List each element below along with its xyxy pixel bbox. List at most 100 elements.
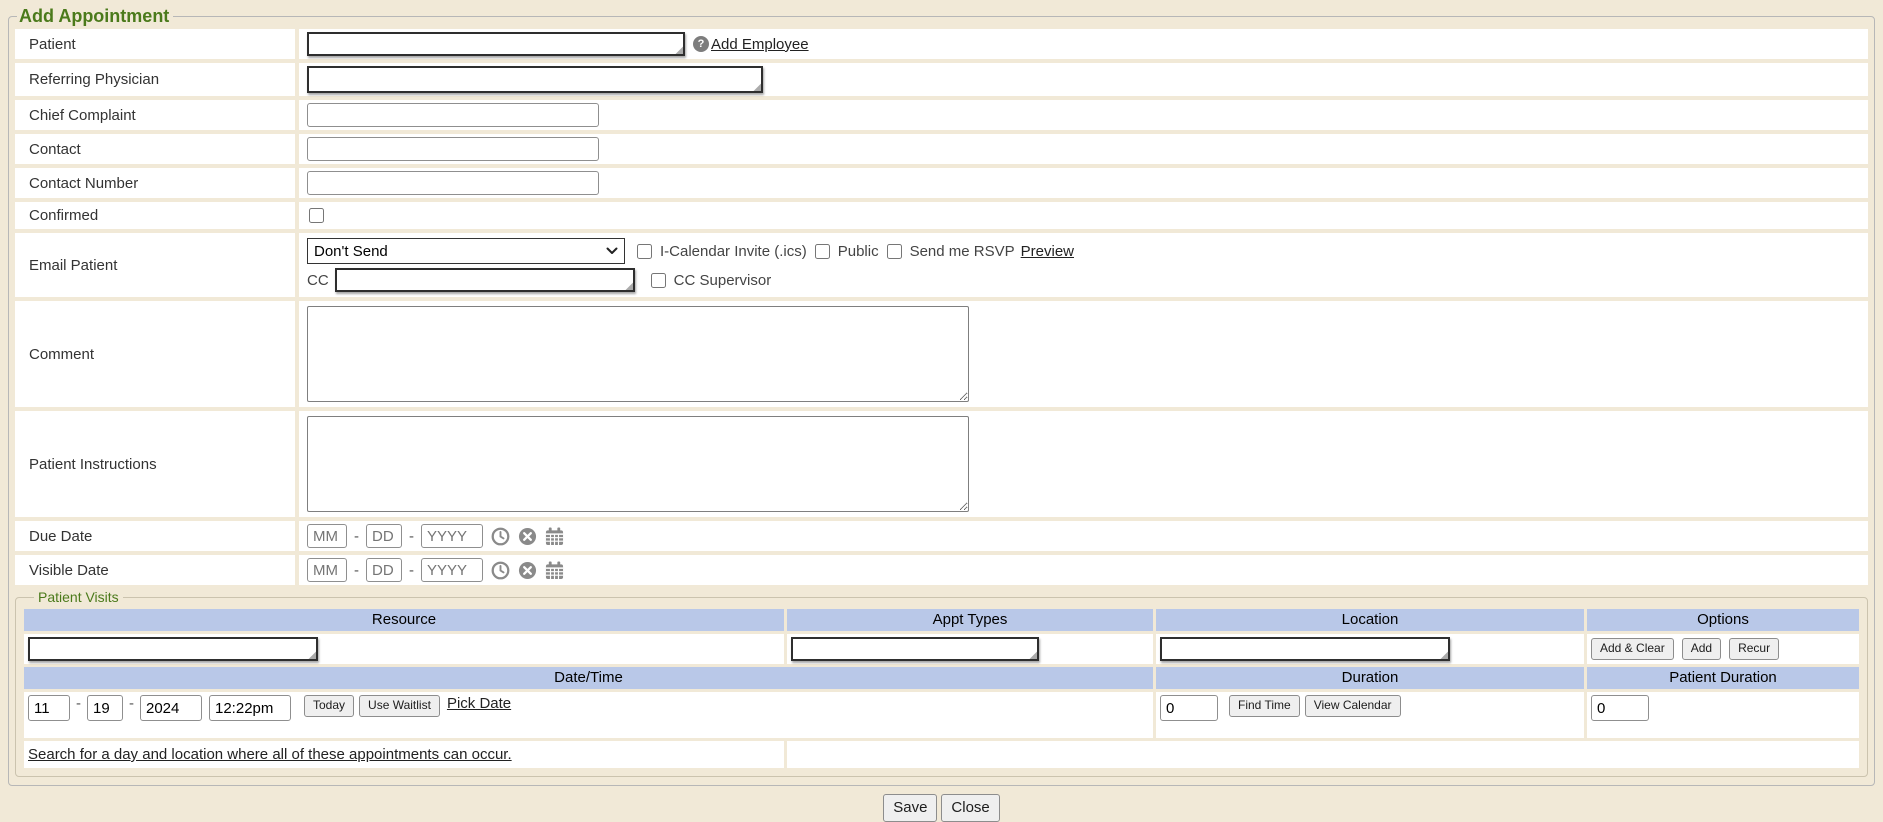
email-patient-row: Email Patient Don't Send I-Calendar Invi…: [15, 233, 1868, 297]
email-send-select-value: Don't Send: [314, 243, 388, 260]
visible-date-year-input[interactable]: [421, 558, 483, 582]
cc-input[interactable]: [335, 268, 635, 292]
contact-label: Contact: [15, 134, 295, 164]
view-calendar-button[interactable]: View Calendar: [1305, 695, 1401, 717]
calendar-icon[interactable]: [545, 561, 564, 580]
location-input[interactable]: [1160, 637, 1450, 661]
cc-supervisor-checkbox[interactable]: [651, 273, 666, 288]
visit-datetime-row: - - Today Use Waitlist Pick Date Find Ti…: [24, 692, 1859, 738]
email-patient-label: Email Patient: [15, 233, 295, 297]
ical-invite-label: I-Calendar Invite (.ics): [660, 243, 807, 260]
visit-input-row: Add & Clear Add Recur: [24, 634, 1859, 664]
contact-number-row: Contact Number: [15, 168, 1868, 198]
column-header-location: Location: [1156, 609, 1584, 631]
use-waitlist-button[interactable]: Use Waitlist: [359, 695, 440, 717]
clear-date-icon[interactable]: [518, 527, 537, 546]
column-header-duration: Duration: [1156, 667, 1584, 689]
visit-header-row-2: Date/Time Duration Patient Duration: [24, 667, 1859, 689]
pick-date-link[interactable]: Pick Date: [447, 695, 511, 712]
column-header-resource: Resource: [24, 609, 784, 631]
preview-link[interactable]: Preview: [1021, 243, 1074, 260]
patient-instructions-textarea[interactable]: [307, 416, 969, 512]
send-rsvp-label: Send me RSVP: [910, 243, 1015, 260]
visit-year-input[interactable]: [140, 695, 202, 721]
today-button[interactable]: Today: [304, 695, 354, 717]
visit-month-input[interactable]: [28, 695, 70, 721]
date-separator: -: [354, 528, 359, 545]
due-date-day-input[interactable]: [366, 524, 402, 548]
visit-search-row: Search for a day and location where all …: [24, 741, 1859, 768]
comment-label: Comment: [15, 301, 295, 407]
referring-physician-label: Referring Physician: [15, 63, 295, 96]
due-date-row: Due Date - -: [15, 521, 1868, 551]
patient-label: Patient: [15, 29, 295, 59]
patient-row: Patient ? Add Employee: [15, 29, 1868, 59]
date-separator: -: [129, 695, 134, 712]
resource-input[interactable]: [28, 637, 318, 661]
referring-physician-row: Referring Physician: [15, 63, 1868, 96]
referring-physician-input[interactable]: [307, 66, 763, 93]
cc-label: CC: [307, 272, 329, 289]
date-separator: -: [354, 562, 359, 579]
page-title: Add Appointment: [17, 6, 173, 27]
footer-actions: Save Close: [0, 794, 1883, 822]
column-header-datetime: Date/Time: [24, 667, 1153, 689]
visible-date-month-input[interactable]: [307, 558, 347, 582]
chief-complaint-input[interactable]: [307, 103, 599, 127]
duration-input[interactable]: [1160, 695, 1218, 721]
email-send-select[interactable]: Don't Send: [307, 238, 625, 264]
contact-input[interactable]: [307, 137, 599, 161]
save-button[interactable]: Save: [883, 794, 937, 822]
column-header-patient-duration: Patient Duration: [1587, 667, 1859, 689]
visit-time-input[interactable]: [209, 695, 291, 721]
patient-input[interactable]: [307, 32, 685, 56]
patient-visits-legend: Patient Visits: [34, 589, 123, 605]
public-label: Public: [838, 243, 879, 260]
chevron-down-icon: [606, 247, 618, 255]
cc-supervisor-label: CC Supervisor: [674, 272, 772, 289]
confirmed-row: Confirmed: [15, 202, 1868, 229]
date-separator: -: [76, 695, 81, 712]
confirmed-label: Confirmed: [15, 202, 295, 229]
patient-instructions-label: Patient Instructions: [15, 411, 295, 517]
contact-number-label: Contact Number: [15, 168, 295, 198]
add-employee-link[interactable]: Add Employee: [711, 36, 809, 53]
help-icon[interactable]: ?: [693, 36, 709, 52]
add-appointment-section: Add Appointment Patient ? Add Employee R…: [8, 6, 1875, 786]
patient-visits-section: Patient Visits Resource Appt Types Locat…: [15, 589, 1868, 777]
ical-invite-checkbox[interactable]: [637, 244, 652, 259]
appt-types-input[interactable]: [791, 637, 1039, 661]
add-button[interactable]: Add: [1682, 638, 1721, 660]
confirmed-checkbox[interactable]: [309, 208, 324, 223]
chief-complaint-row: Chief Complaint: [15, 100, 1868, 130]
date-separator: -: [409, 528, 414, 545]
public-checkbox[interactable]: [815, 244, 830, 259]
clock-icon[interactable]: [491, 527, 510, 546]
visible-date-day-input[interactable]: [366, 558, 402, 582]
comment-textarea[interactable]: [307, 306, 969, 402]
close-button[interactable]: Close: [941, 794, 999, 822]
comment-row: Comment: [15, 301, 1868, 407]
calendar-icon[interactable]: [545, 527, 564, 546]
column-header-appt-types: Appt Types: [787, 609, 1153, 631]
due-date-label: Due Date: [15, 521, 295, 551]
contact-row: Contact: [15, 134, 1868, 164]
contact-number-input[interactable]: [307, 171, 599, 195]
visible-date-label: Visible Date: [15, 555, 295, 585]
find-time-button[interactable]: Find Time: [1229, 695, 1300, 717]
patient-duration-input[interactable]: [1591, 695, 1649, 721]
search-day-location-link[interactable]: Search for a day and location where all …: [28, 746, 512, 763]
recur-button[interactable]: Recur: [1729, 638, 1779, 660]
column-header-options: Options: [1587, 609, 1859, 631]
due-date-year-input[interactable]: [421, 524, 483, 548]
clock-icon[interactable]: [491, 561, 510, 580]
send-rsvp-checkbox[interactable]: [887, 244, 902, 259]
clear-date-icon[interactable]: [518, 561, 537, 580]
date-separator: -: [409, 562, 414, 579]
visit-header-row: Resource Appt Types Location Options: [24, 609, 1859, 631]
visit-search-row-filler: [787, 741, 1859, 768]
chief-complaint-label: Chief Complaint: [15, 100, 295, 130]
due-date-month-input[interactable]: [307, 524, 347, 548]
visit-day-input[interactable]: [87, 695, 123, 721]
add-and-clear-button[interactable]: Add & Clear: [1591, 638, 1674, 660]
